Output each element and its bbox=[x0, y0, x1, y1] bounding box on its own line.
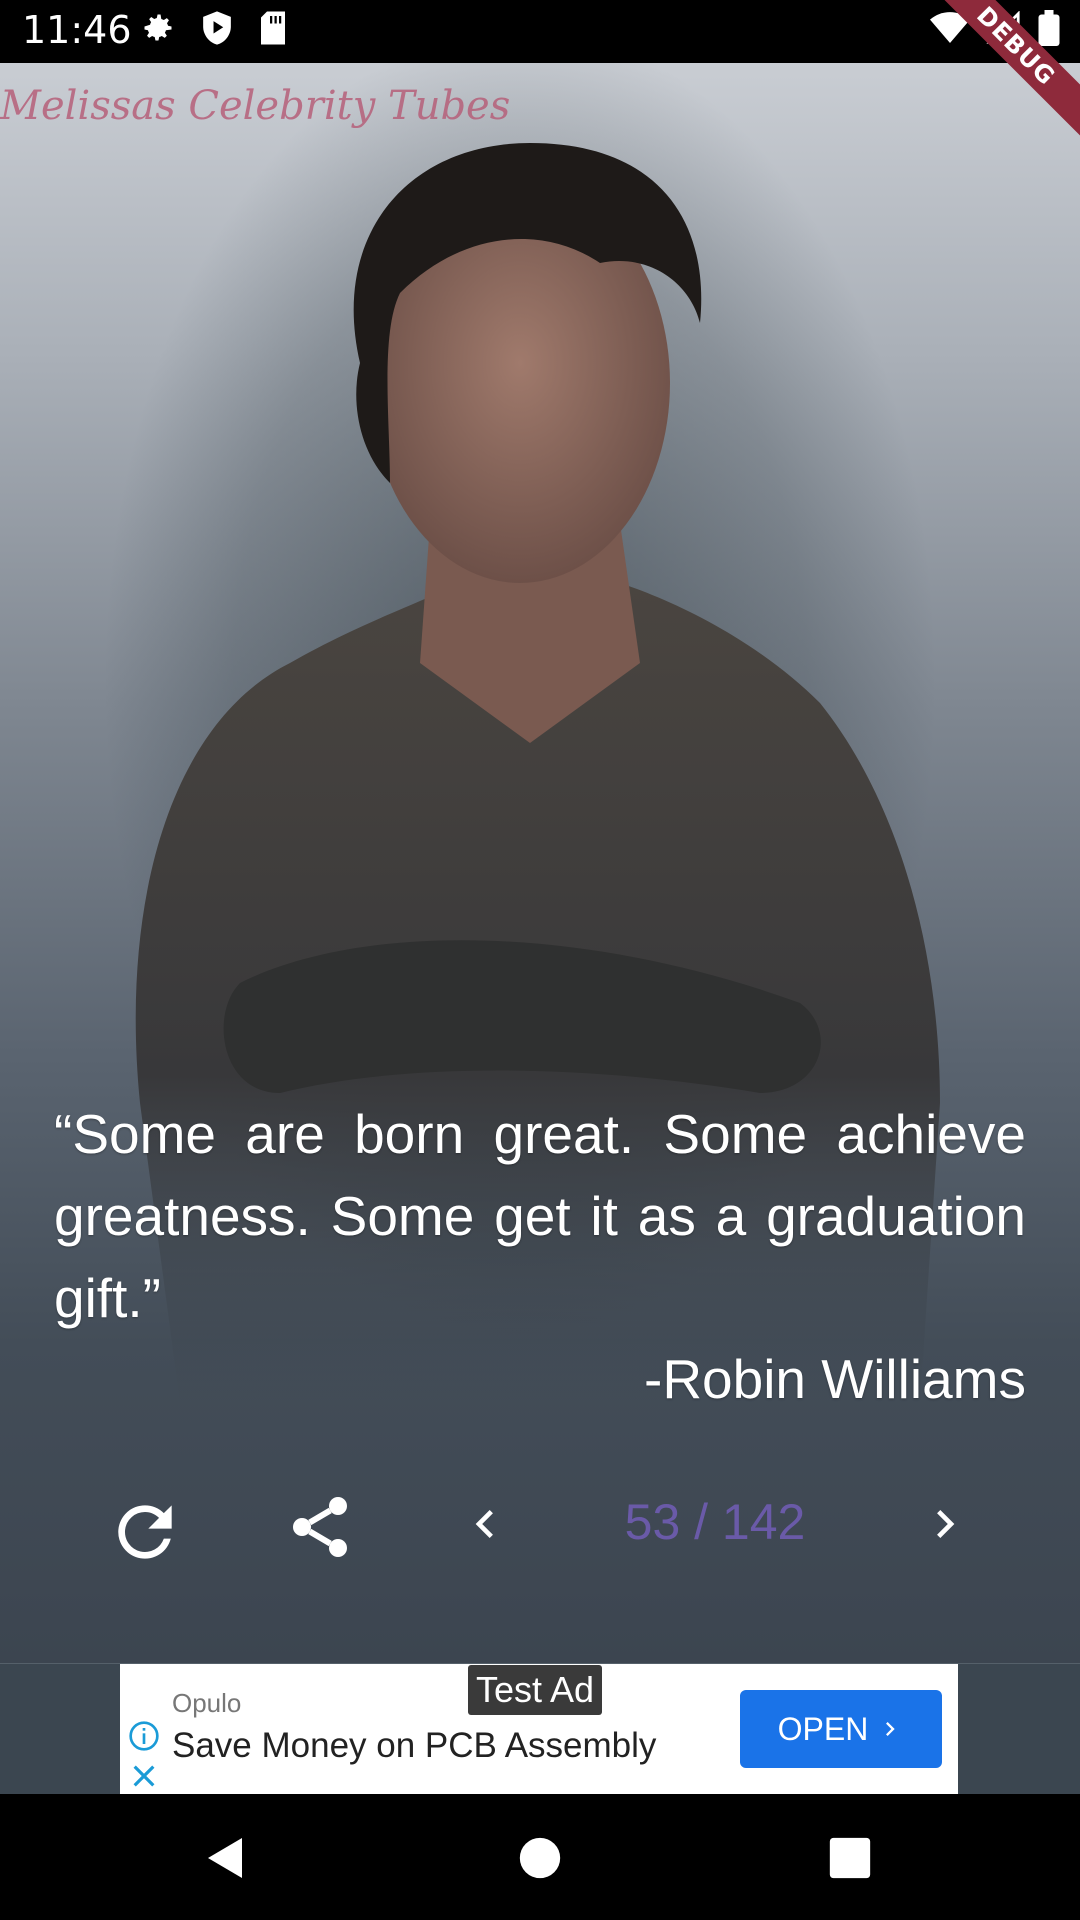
ad-area: Test Ad Opulo Save Money on PCB Assembly… bbox=[0, 1663, 1080, 1794]
refresh-button[interactable] bbox=[100, 1487, 190, 1577]
info-icon[interactable] bbox=[128, 1720, 160, 1752]
battery-icon bbox=[1038, 10, 1060, 46]
recents-button[interactable] bbox=[820, 1828, 880, 1888]
back-icon bbox=[208, 1838, 242, 1878]
gear-icon bbox=[144, 14, 172, 41]
watermark: Melissas Celebrity Tubes bbox=[0, 83, 511, 129]
status-time: 11:46 bbox=[22, 8, 132, 52]
home-button[interactable] bbox=[510, 1828, 570, 1888]
chevron-left-icon bbox=[475, 1510, 493, 1538]
previous-quote-button[interactable] bbox=[450, 1489, 520, 1559]
refresh-icon bbox=[118, 1505, 172, 1559]
ad-test-label: Test Ad bbox=[468, 1665, 603, 1715]
page-counter: 53 / 142 bbox=[624, 1494, 806, 1550]
close-icon[interactable] bbox=[128, 1760, 160, 1792]
home-icon bbox=[519, 1837, 561, 1879]
quote-screen: Melissas Celebrity Tubes “Some are born … bbox=[0, 63, 1080, 1663]
share-button[interactable] bbox=[280, 1487, 360, 1567]
sd-card-icon bbox=[261, 11, 285, 45]
ad-banner[interactable]: Test Ad Opulo Save Money on PCB Assembly… bbox=[120, 1664, 958, 1794]
shield-play-icon bbox=[203, 11, 231, 45]
navigation-bar bbox=[0, 1794, 1080, 1920]
chevron-right-icon bbox=[937, 1510, 955, 1538]
quote-controls: 53 / 142 bbox=[0, 1473, 1080, 1583]
status-bar: 11:46 DEBUG bbox=[0, 0, 1080, 137]
ad-open-label: OPEN bbox=[777, 1710, 869, 1747]
back-button[interactable] bbox=[196, 1828, 256, 1888]
share-icon bbox=[293, 1497, 347, 1557]
quote-text: “Some are born great. Some achieve great… bbox=[54, 1103, 1026, 1329]
ad-open-button[interactable]: OPEN bbox=[740, 1690, 942, 1768]
recents-icon bbox=[829, 1837, 871, 1879]
ad-headline[interactable]: Save Money on PCB Assembly bbox=[172, 1726, 656, 1766]
status-icons-left bbox=[140, 10, 288, 46]
quote-author: -Robin Williams bbox=[644, 1348, 1026, 1410]
ad-advertiser: Opulo bbox=[172, 1688, 242, 1718]
next-quote-button[interactable] bbox=[910, 1489, 980, 1559]
chevron-right-icon bbox=[886, 1722, 896, 1736]
